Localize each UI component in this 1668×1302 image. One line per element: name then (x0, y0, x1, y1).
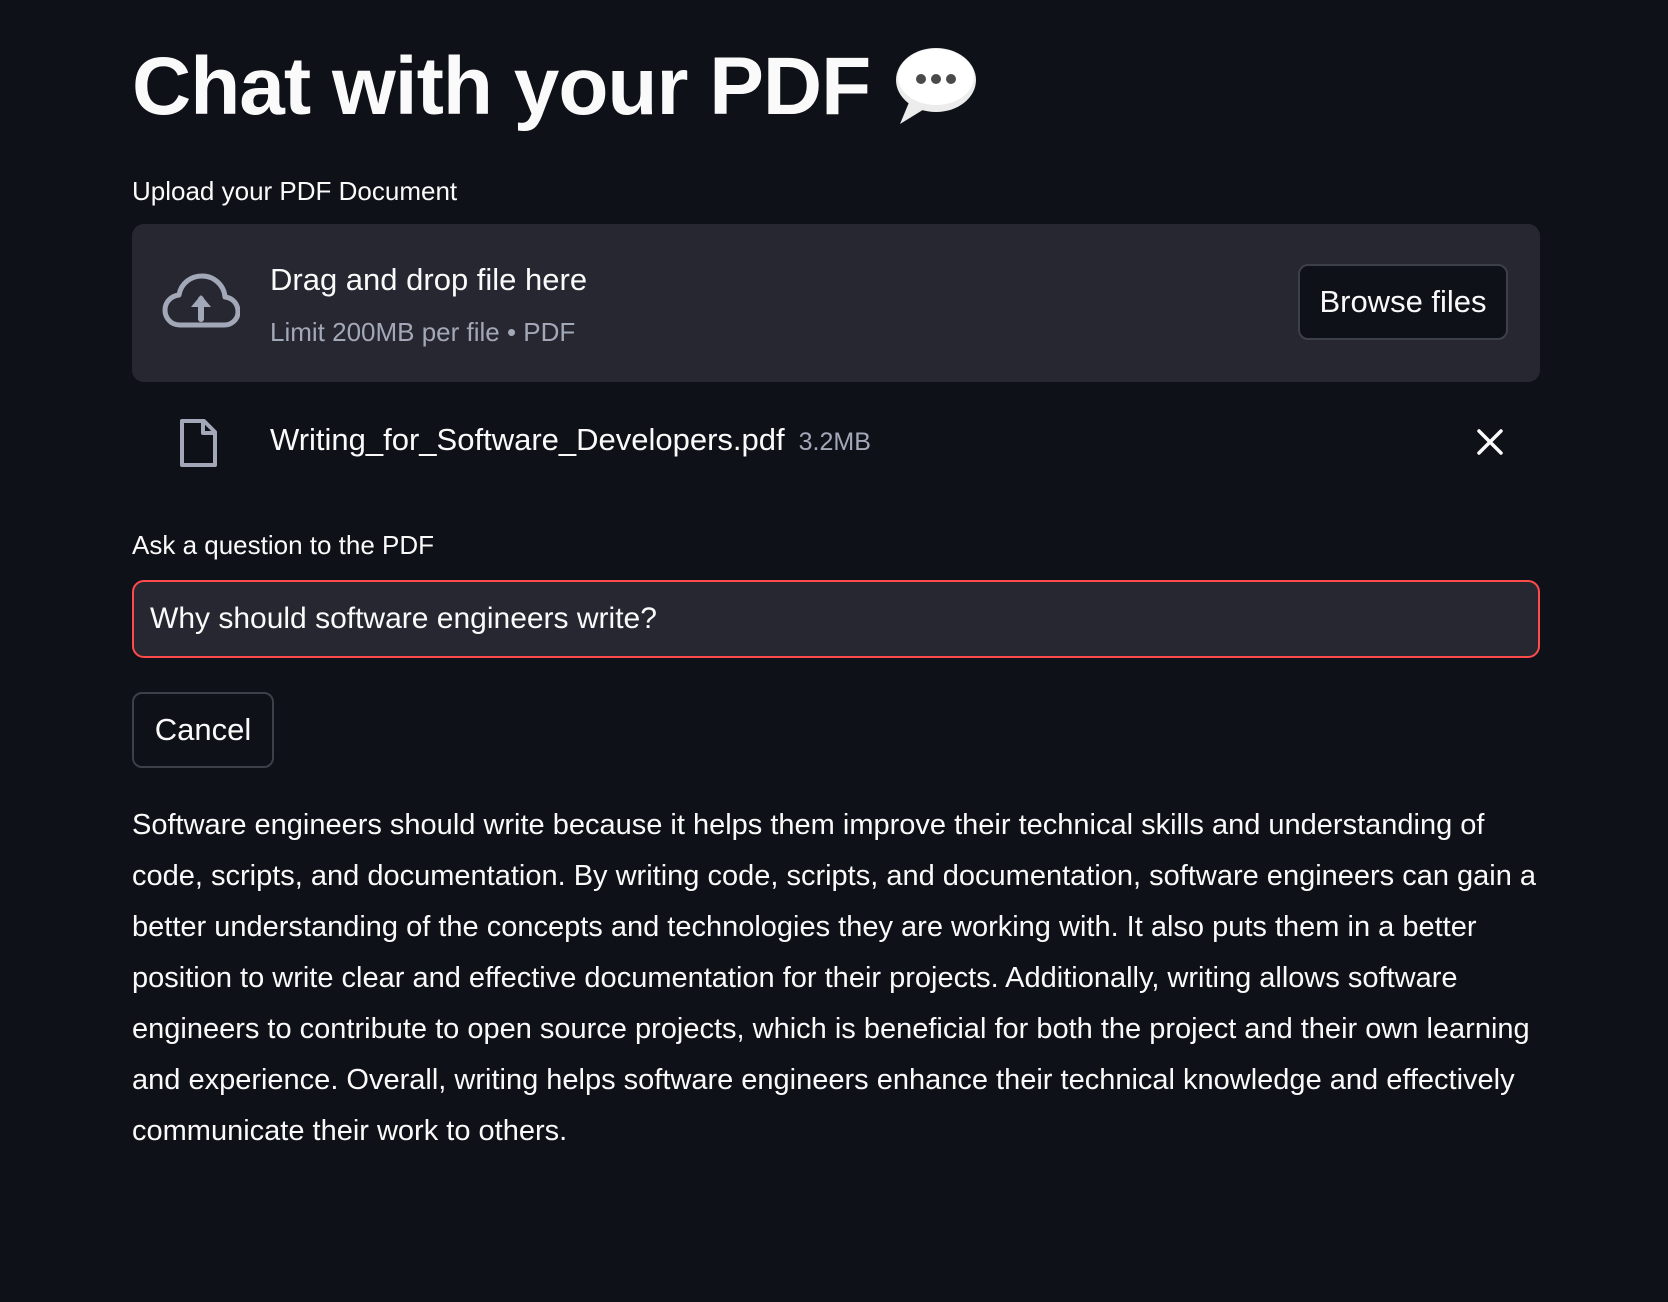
file-size: 3.2MB (798, 428, 871, 456)
file-dropzone[interactable]: Drag and drop file here Limit 200MB per … (132, 224, 1540, 382)
file-icon (180, 419, 217, 467)
uploaded-file-item: Writing_for_Software_Developers.pdf 3.2MB (132, 400, 1540, 484)
page-header: Chat with your PDF (132, 32, 980, 142)
question-input[interactable] (132, 580, 1540, 658)
dropzone-limit-text: Limit 200MB per file • PDF (270, 317, 576, 347)
page-title: Chat with your PDF (132, 41, 871, 132)
cancel-button[interactable]: Cancel (132, 692, 274, 768)
browse-files-button[interactable]: Browse files (1298, 264, 1508, 340)
upload-label: Upload your PDF Document (132, 176, 458, 206)
cloud-upload-icon (162, 273, 240, 328)
speech-balloon-icon (896, 48, 977, 124)
file-name-wrapper: Writing_for_Software_Developers.pdf 3.2MB (270, 422, 871, 458)
dropzone-instructions: Drag and drop file here (270, 262, 588, 297)
file-name: Writing_for_Software_Developers.pdf (270, 422, 785, 457)
answer-text: Software engineers should write because … (132, 809, 1537, 1147)
question-label: Ask a question to the PDF (132, 530, 435, 560)
close-icon[interactable] (1476, 428, 1504, 456)
